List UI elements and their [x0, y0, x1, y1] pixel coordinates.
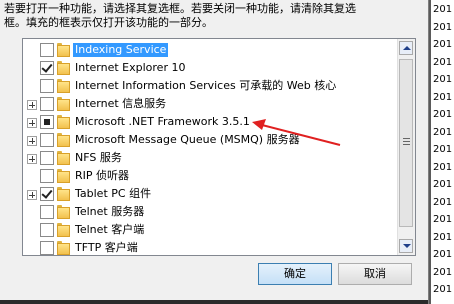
- feature-row[interactable]: Telnet 客户端: [23, 221, 395, 239]
- background-text: 201: [433, 249, 453, 260]
- feature-checkbox[interactable]: [40, 97, 54, 111]
- feature-row[interactable]: Telnet 服务器: [23, 203, 395, 221]
- background-text: 201: [433, 74, 453, 85]
- feature-row[interactable]: Microsoft .NET Framework 3.5.1: [23, 113, 395, 131]
- folder-icon: [57, 43, 70, 57]
- feature-label[interactable]: Internet Information Services 可承载的 Web 核…: [75, 79, 336, 93]
- background-text: 201: [433, 56, 453, 68]
- grip-icon: [403, 138, 410, 139]
- folder-icon: [57, 187, 70, 201]
- expand-icon[interactable]: [27, 118, 37, 128]
- grip-icon: [403, 144, 410, 145]
- feature-label[interactable]: Internet 信息服务: [75, 97, 166, 111]
- scroll-thumb[interactable]: [399, 59, 413, 227]
- background-text: 201: [433, 126, 453, 138]
- folder-icon: [57, 115, 70, 129]
- feature-label[interactable]: Telnet 客户端: [75, 223, 144, 237]
- folder-icon: [57, 133, 70, 147]
- background-text: 201: [433, 91, 453, 103]
- folder-icon: [57, 241, 70, 255]
- folder-icon: [57, 61, 70, 75]
- cancel-button[interactable]: 取消: [338, 263, 412, 285]
- feature-row[interactable]: Internet Information Services 可承载的 Web 核…: [23, 77, 395, 95]
- window-edge: [429, 0, 431, 304]
- background-text: 201: [433, 266, 453, 278]
- background-text: 201: [433, 144, 453, 155]
- folder-icon: [57, 169, 70, 183]
- background-text: 201: [433, 4, 453, 15]
- instructions-line-2: 框。填充的框表示仅打开该功能的一部分。: [4, 16, 213, 29]
- expand-icon[interactable]: [27, 154, 37, 164]
- feature-label[interactable]: NFS 服务: [75, 151, 122, 165]
- background-text: 201: [433, 109, 453, 120]
- background-text: 201: [433, 231, 453, 243]
- feature-checkbox[interactable]: [40, 61, 54, 75]
- background-text: 201: [433, 214, 453, 225]
- expand-icon[interactable]: [27, 100, 37, 110]
- background-text: 201: [433, 179, 453, 190]
- feature-label[interactable]: TFTP 客户端: [75, 241, 138, 255]
- expand-icon[interactable]: [27, 136, 37, 146]
- feature-row[interactable]: RIP 侦听器: [23, 167, 395, 185]
- feature-checkbox[interactable]: [40, 169, 54, 183]
- background-text: 201: [433, 284, 453, 295]
- window-bottom-border: [0, 300, 428, 304]
- feature-label[interactable]: Telnet 服务器: [75, 205, 144, 219]
- feature-row[interactable]: Tablet PC 组件: [23, 185, 395, 203]
- feature-label[interactable]: Tablet PC 组件: [75, 187, 151, 201]
- feature-row[interactable]: NFS 服务: [23, 149, 395, 167]
- feature-checkbox[interactable]: [40, 205, 54, 219]
- folder-icon: [57, 97, 70, 111]
- feature-label[interactable]: Microsoft Message Queue (MSMQ) 服务器: [75, 133, 300, 147]
- background-text: 201: [433, 39, 453, 50]
- feature-checkbox[interactable]: [40, 241, 54, 255]
- expand-icon[interactable]: [27, 190, 37, 200]
- vertical-scrollbar[interactable]: [397, 39, 415, 255]
- feature-checkbox[interactable]: [40, 151, 54, 165]
- instructions-text: 若要打开一种功能，请选择其复选框。若要关闭一种功能，请清除其复选 框。填充的框表…: [4, 2, 414, 30]
- feature-checkbox[interactable]: [40, 223, 54, 237]
- grip-icon: [403, 141, 410, 142]
- feature-row[interactable]: TFTP 客户端: [23, 239, 395, 255]
- feature-checkbox[interactable]: [40, 115, 54, 129]
- feature-checkbox[interactable]: [40, 79, 54, 93]
- feature-row[interactable]: Microsoft Message Queue (MSMQ) 服务器: [23, 131, 395, 149]
- scroll-up-button[interactable]: [399, 41, 413, 55]
- ok-button[interactable]: 确定: [258, 263, 332, 285]
- background-text: 201: [433, 196, 453, 208]
- background-text: 201: [433, 161, 453, 173]
- folder-icon: [57, 205, 70, 219]
- background-text: 201: [433, 21, 453, 33]
- feature-label[interactable]: Internet Explorer 10: [75, 61, 185, 75]
- background-window-strip: 201 201 201 201 201 201 201 201 201 201 201 201 201 2…: [428, 0, 454, 304]
- feature-checkbox[interactable]: [40, 43, 54, 57]
- feature-row[interactable]: Indexing Service: [23, 41, 395, 59]
- instructions-line-1: 若要打开一种功能，请选择其复选框。若要关闭一种功能，请清除其复选: [4, 2, 356, 15]
- folder-icon: [57, 223, 70, 237]
- feature-label[interactable]: RIP 侦听器: [75, 169, 129, 183]
- features-tree[interactable]: Indexing Service Internet Explorer 10 Inte…: [22, 38, 416, 256]
- folder-icon: [57, 151, 70, 165]
- feature-checkbox[interactable]: [40, 133, 54, 147]
- folder-icon: [57, 79, 70, 93]
- feature-label[interactable]: Indexing Service: [73, 43, 169, 57]
- feature-row[interactable]: Internet Explorer 10: [23, 59, 395, 77]
- feature-row[interactable]: Internet 信息服务: [23, 95, 395, 113]
- feature-checkbox[interactable]: [40, 187, 54, 201]
- feature-label[interactable]: Microsoft .NET Framework 3.5.1: [75, 115, 250, 129]
- scroll-down-button[interactable]: [399, 239, 413, 253]
